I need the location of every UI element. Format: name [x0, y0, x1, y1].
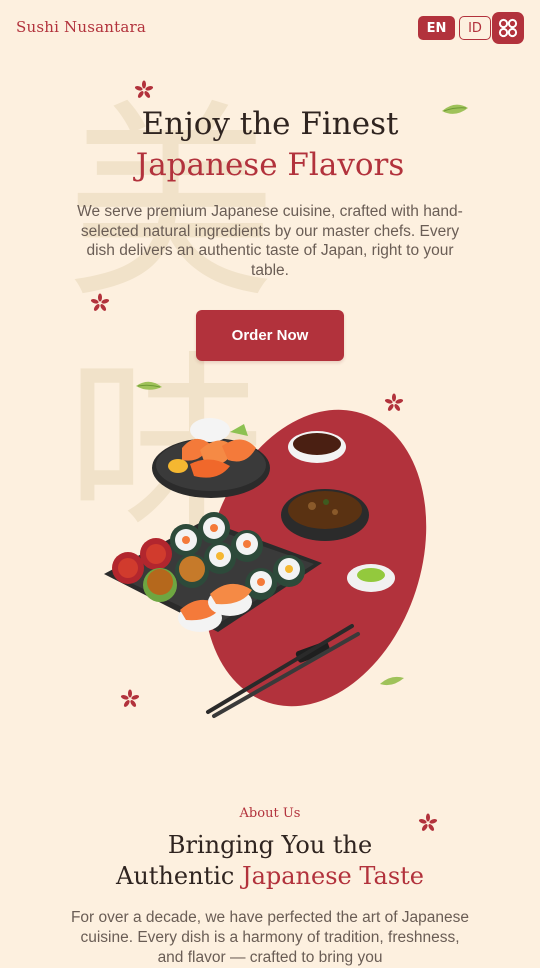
about-title-line1: Bringing You the [167, 831, 373, 859]
sushi-illustration [104, 409, 427, 718]
sakura-flower-icon [90, 293, 110, 311]
hero-description: We serve premium Japanese cuisine, craft… [77, 203, 463, 279]
menu-button[interactable] [492, 12, 524, 44]
hero-title: Enjoy the Finest [141, 106, 399, 142]
about-title-line2: Authentic Japanese Taste [0, 861, 540, 892]
hero-title-accent: Japanese Flavors [135, 147, 405, 183]
brand-logo[interactable]: Sushi Nusantara [16, 18, 146, 36]
about-title-accent: Japanese Taste [241, 862, 424, 890]
order-now-button[interactable]: Order Now [196, 310, 344, 361]
about-description: For over a decade, we have perfected the… [70, 909, 470, 966]
sakura-flower-icon [134, 80, 154, 98]
language-en-button[interactable]: EN [418, 16, 455, 40]
language-id-button[interactable]: ID [459, 16, 491, 40]
about-title: Bringing You the Authentic Japanese Tast… [0, 830, 540, 892]
grid-menu-icon [498, 18, 518, 38]
about-section-label: About Us [239, 806, 301, 821]
about-title-prefix: Authentic [116, 862, 242, 890]
